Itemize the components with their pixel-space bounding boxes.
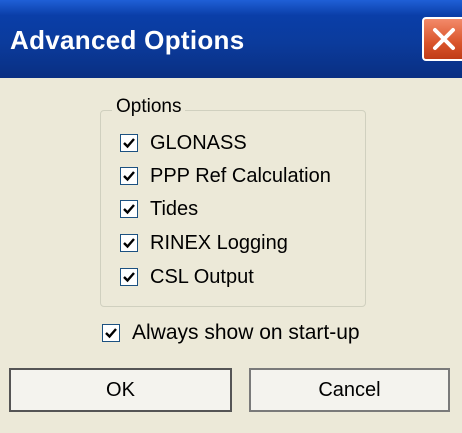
checkmark-icon (123, 204, 135, 215)
option-glonass[interactable]: GLONASS (120, 130, 247, 156)
csl-output-label: CSL Output (150, 265, 254, 288)
advanced-options-dialog: Advanced Options Options GLONASS PPP Ref… (0, 0, 462, 433)
checkmark-icon (105, 328, 117, 339)
tides-label: Tides (150, 197, 199, 220)
ppp-ref-calculation-checkbox[interactable] (120, 167, 138, 185)
close-button[interactable] (422, 17, 462, 61)
option-ppp-ref-calculation[interactable]: PPP Ref Calculation (120, 163, 331, 189)
glonass-checkbox[interactable] (120, 134, 138, 152)
checkmark-icon (123, 171, 135, 182)
option-tides[interactable]: Tides (120, 196, 198, 222)
options-group-legend: Options (112, 96, 186, 118)
always-show-on-startup[interactable]: Always show on start-up (102, 320, 360, 346)
cancel-button[interactable]: Cancel (249, 368, 450, 412)
rinex-logging-checkbox[interactable] (120, 234, 138, 252)
glonass-label: GLONASS (150, 131, 247, 154)
option-csl-output[interactable]: CSL Output (120, 264, 254, 290)
checkmark-icon (123, 238, 135, 249)
ppp-ref-calculation-label: PPP Ref Calculation (150, 164, 331, 187)
csl-output-checkbox[interactable] (120, 268, 138, 286)
ok-button[interactable]: OK (9, 368, 232, 412)
window-title: Advanced Options (10, 25, 245, 55)
always-show-on-startup-checkbox[interactable] (102, 324, 120, 342)
title-bar[interactable]: Advanced Options (0, 0, 462, 78)
close-icon (433, 28, 455, 50)
rinex-logging-label: RINEX Logging (150, 231, 288, 254)
option-rinex-logging[interactable]: RINEX Logging (120, 230, 288, 256)
checkmark-icon (123, 272, 135, 283)
checkmark-icon (123, 138, 135, 149)
always-show-on-startup-label: Always show on start-up (132, 321, 360, 344)
tides-checkbox[interactable] (120, 200, 138, 218)
